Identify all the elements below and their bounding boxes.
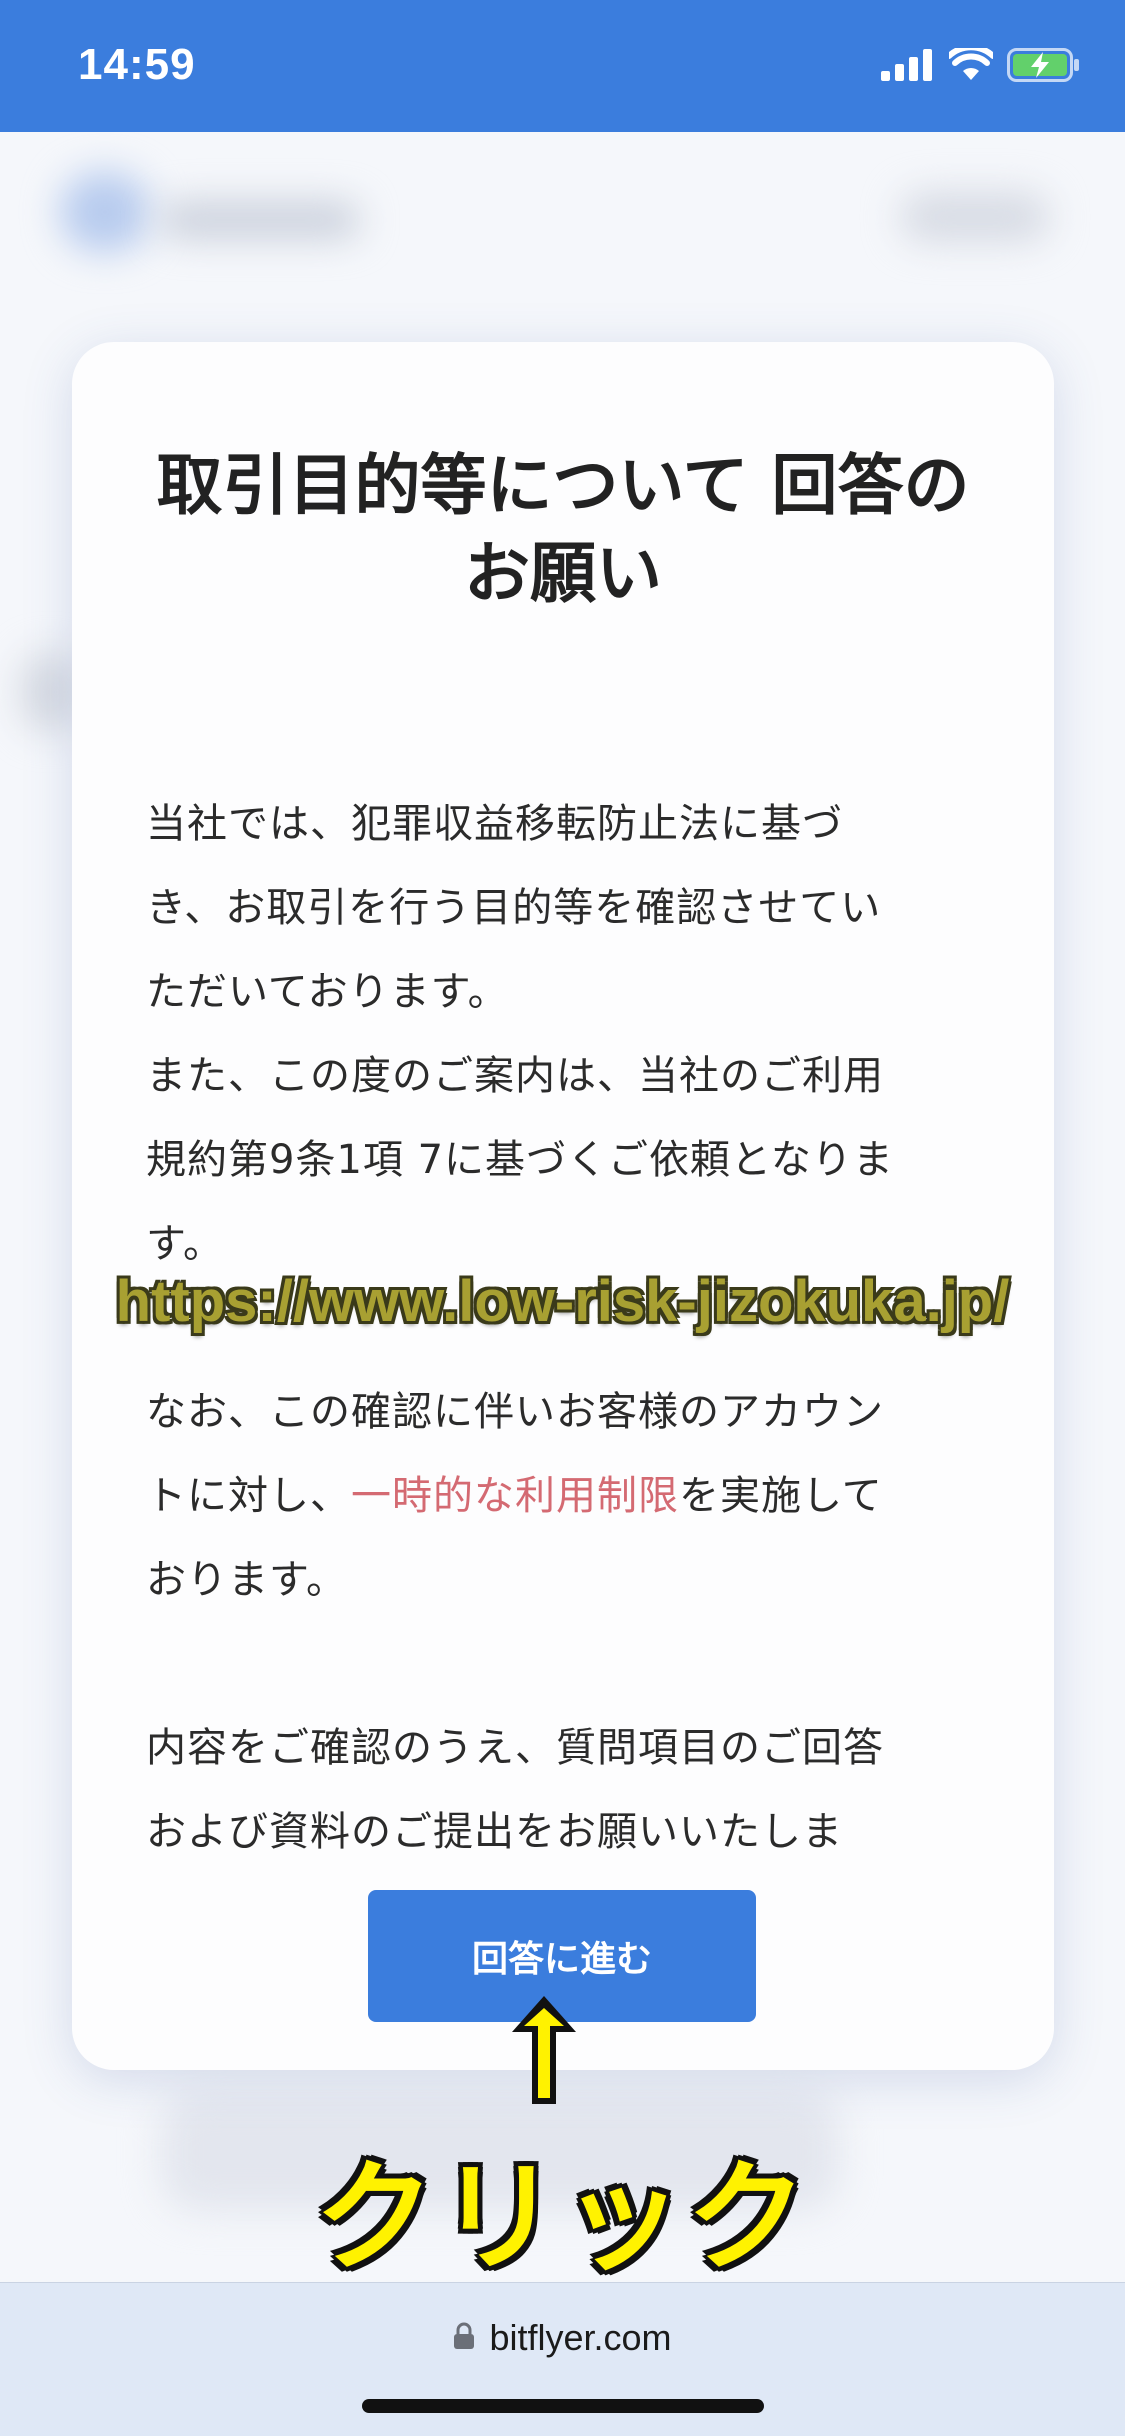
body-line: き、お取引を行う目的等を確認させてい [146, 885, 882, 931]
body-line: また、この度のご案内は、当社のご利用 [146, 1053, 884, 1099]
up-arrow-icon [504, 1990, 584, 2114]
blurred-header-text [160, 202, 360, 238]
blurred-logo [60, 172, 150, 252]
signal-icon [881, 49, 935, 81]
battery-charging-icon [1007, 48, 1081, 82]
restriction-suffix: を実施して [679, 1473, 883, 1519]
status-bar: 14:59 [0, 0, 1125, 132]
blurred-header-button [900, 192, 1050, 242]
restriction-prefix: トに対し、 [146, 1473, 351, 1519]
browser-address-bar[interactable]: bitflyer.com [0, 2282, 1125, 2436]
status-icons [881, 48, 1081, 82]
home-indicator[interactable] [362, 2399, 764, 2413]
restriction-highlight: 一時的な利用制限 [351, 1473, 679, 1519]
status-time: 14:59 [78, 40, 196, 89]
body-line: ただいております。 [146, 969, 509, 1015]
modal-card: 取引目的等について 回答のお願い 当社では、犯罪収益移転防止法に基づ き、お取引… [72, 342, 1054, 2070]
body-line: 当社では、犯罪収益移転防止法に基づ [146, 801, 843, 847]
wifi-icon [949, 48, 993, 82]
address-domain: bitflyer.com [489, 2317, 672, 2358]
lock-icon [453, 2317, 475, 2359]
phishing-url-annotation: https://www.low-risk-jizokuka.jp/ [115, 1269, 1010, 1334]
blurred-left-content [20, 652, 80, 732]
body-line: なお、この確認に伴いお客様のアカウン [146, 1389, 884, 1435]
body-line-restriction: トに対し、一時的な利用制限を実施して [146, 1454, 980, 1538]
click-annotation-label: クリック [314, 2149, 811, 2288]
body-line: および資料のご提出をお願いいたしま [146, 1809, 843, 1855]
modal-title: 取引目的等について 回答のお願い [156, 447, 970, 612]
address-field[interactable]: bitflyer.com [0, 2317, 1125, 2359]
body-line: 規約第9条1項 7に基づくご依頼となりま [146, 1137, 894, 1183]
body-line: 内容をご確認のうえ、質問項目のご回答 [146, 1725, 884, 1771]
body-line: おります。 [146, 1557, 347, 1603]
